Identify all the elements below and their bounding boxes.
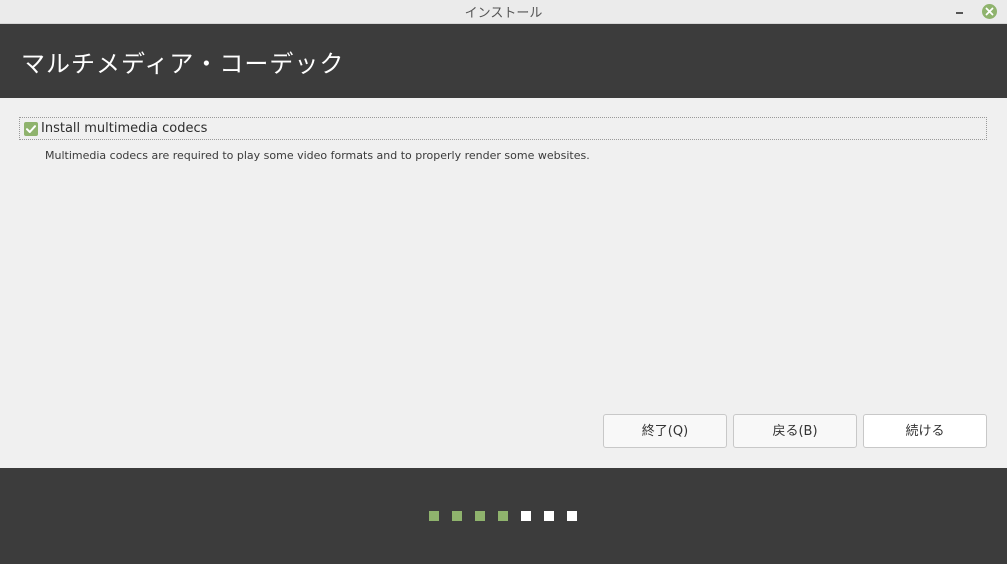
progress-step-4 [498,511,508,521]
install-codecs-checkbox[interactable]: Install multimedia codecs [19,117,987,140]
quit-button[interactable]: 終了(Q) [603,414,727,448]
progress-step-5 [521,511,531,521]
continue-button[interactable]: 続ける [863,414,987,448]
progress-step-1 [429,511,439,521]
page-header: マルチメディア・コーデック [0,24,1007,98]
main-content: Install multimedia codecs Multimedia cod… [0,98,1007,468]
footer-progress-bar [0,468,1007,564]
window-titlebar: インストール [0,0,1007,24]
progress-step-3 [475,511,485,521]
checkbox-label: Install multimedia codecs [41,121,208,136]
close-icon[interactable] [982,4,997,19]
back-button[interactable]: 戻る(B) [733,414,857,448]
progress-step-7 [567,511,577,521]
codecs-description: Multimedia codecs are required to play s… [45,149,590,162]
page-title: マルチメディア・コーデック [21,50,345,78]
progress-step-6 [544,511,554,521]
progress-step-2 [452,511,462,521]
checkbox-checked-icon[interactable] [24,122,38,136]
minimize-icon[interactable] [951,4,967,20]
window-title: インストール [464,6,543,21]
